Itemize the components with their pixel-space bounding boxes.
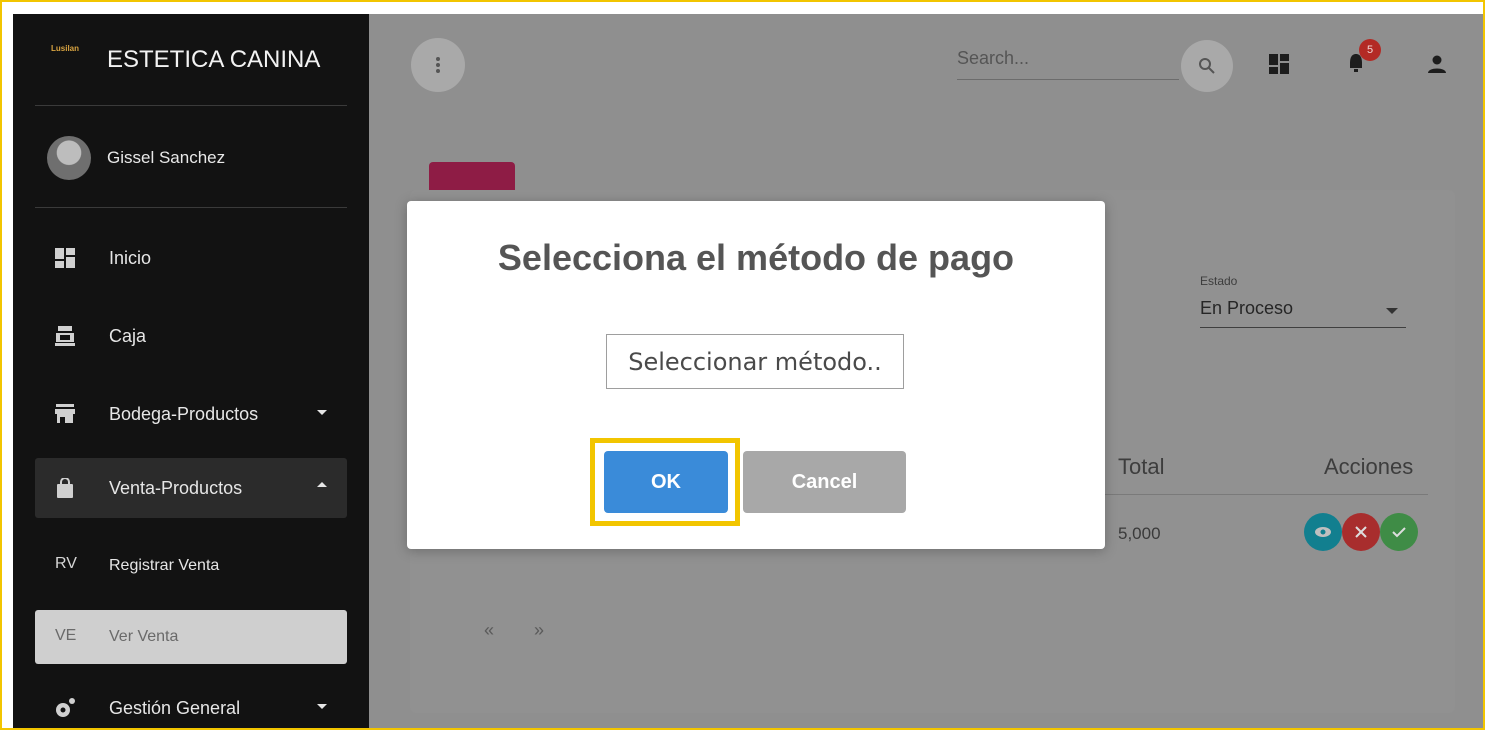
pagination-next[interactable]: »	[534, 620, 544, 641]
close-icon	[1355, 526, 1367, 538]
sidebar-item-abbr: VE	[55, 627, 77, 644]
sidebar-item-label: Venta-Productos	[109, 478, 243, 498]
sidebar-item-label: Registrar Venta	[109, 557, 220, 574]
account-icon[interactable]	[1427, 54, 1447, 74]
sidebar-item-registrar-venta[interactable]: RV Registrar Venta	[35, 536, 347, 596]
more-options-button[interactable]	[411, 38, 465, 92]
search-icon	[1199, 58, 1215, 74]
row-total: 5,000	[1118, 524, 1161, 543]
estado-select[interactable]: En Proceso	[1200, 294, 1406, 328]
cancel-sale-button[interactable]	[1342, 513, 1380, 551]
dashboard-icon	[53, 246, 77, 270]
cash-register-icon	[53, 324, 77, 348]
dialog-title: Selecciona el método de pago	[497, 237, 1015, 278]
sidebar-item-gestion-general[interactable]: Gestión General	[35, 678, 347, 728]
sidebar: Lusilan ESTETICA CANINA Gissel Sanchez I…	[13, 14, 369, 728]
payment-method-dialog: Selecciona el método de pago Seleccionar…	[407, 201, 1105, 549]
table-divider	[1100, 494, 1428, 495]
pagination-prev[interactable]: «	[484, 620, 494, 641]
dashboard-icon[interactable]	[1269, 54, 1289, 74]
sidebar-item-label: Caja	[109, 326, 147, 346]
sidebar-item-caja[interactable]: Caja	[35, 306, 347, 366]
chevron-up-icon	[317, 482, 327, 487]
check-icon	[1392, 527, 1406, 538]
sidebar-item-label: Ver Venta	[109, 628, 179, 645]
sidebar-item-bodega-productos[interactable]: Bodega-Productos	[35, 384, 347, 444]
approve-button[interactable]	[1380, 513, 1418, 551]
column-header-acciones: Acciones	[1324, 454, 1414, 479]
estado-label: Estado	[1200, 274, 1238, 288]
estado-value: En Proceso	[1200, 298, 1294, 318]
sidebar-item-label: Gestión General	[109, 698, 241, 718]
view-button[interactable]	[1304, 513, 1342, 551]
cancel-button[interactable]: Cancel	[743, 451, 906, 513]
brand-title[interactable]: ESTETICA CANINA	[107, 46, 320, 74]
chevron-down-icon	[317, 410, 327, 415]
chevron-down-icon	[317, 704, 327, 709]
ok-button[interactable]: OK	[604, 451, 728, 513]
brand-logo: Lusilan	[51, 44, 80, 53]
notification-badge: 5	[1359, 39, 1381, 61]
brand: Lusilan ESTETICA CANINA	[35, 14, 347, 106]
eye-icon	[1315, 527, 1331, 537]
shopping-bag-icon	[53, 476, 77, 500]
store-icon	[53, 402, 77, 426]
sidebar-item-ver-venta[interactable]: VE Ver Venta	[35, 610, 347, 664]
sidebar-item-label: Bodega-Productos	[109, 404, 259, 424]
settings-icon	[53, 696, 77, 720]
avatar	[47, 136, 91, 180]
sidebar-item-inicio[interactable]: Inicio	[35, 228, 347, 288]
search-input[interactable]: Search...	[957, 46, 1179, 80]
more-vert-icon	[436, 57, 440, 73]
user-profile[interactable]: Gissel Sanchez	[35, 106, 347, 208]
sidebar-item-abbr: RV	[55, 555, 77, 572]
column-header-total: Total	[1118, 454, 1165, 479]
search-button[interactable]	[1181, 40, 1233, 92]
user-name: Gissel Sanchez	[107, 148, 226, 167]
sidebar-item-label: Inicio	[109, 248, 152, 268]
sidebar-item-venta-productos[interactable]: Venta-Productos	[35, 458, 347, 518]
chevron-down-icon	[1386, 308, 1398, 314]
screen-frame: Lusilan ESTETICA CANINA Gissel Sanchez I…	[0, 0, 1485, 730]
payment-method-select[interactable]: Seleccionar método..	[606, 334, 904, 389]
search-placeholder: Search...	[957, 48, 1030, 68]
